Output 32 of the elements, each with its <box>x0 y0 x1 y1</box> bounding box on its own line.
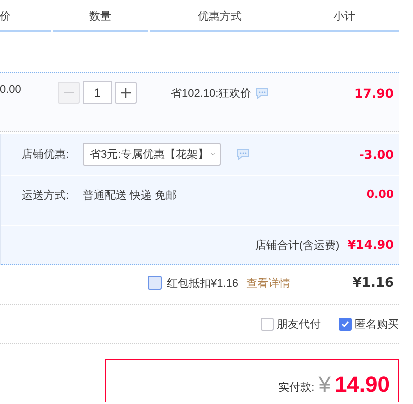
checkbox[interactable] <box>339 318 352 330</box>
unit-price: 0.00 <box>0 83 22 96</box>
checkmark-icon <box>341 320 350 328</box>
checkbox[interactable] <box>261 318 274 330</box>
option-label[interactable]: 匿名购买 <box>355 316 399 332</box>
currency-sign: ¥ <box>318 374 331 396</box>
shop-total-label: 店铺合计(含运费) <box>255 238 340 252</box>
coupon-deduction-label: 红包抵扣¥1.16 <box>167 276 239 290</box>
coupon-deduction-amount: ¥1.16 <box>352 276 394 290</box>
option-label[interactable]: 朋友代付 <box>277 316 321 332</box>
shop-total: ¥14.90 <box>348 238 394 252</box>
column-header: 优惠方式 <box>150 0 290 32</box>
column-header: 小计 <box>290 0 399 32</box>
payment-amount: 14.90 <box>334 374 390 396</box>
checkbox[interactable] <box>148 276 162 290</box>
shipping-method: 普通配送 快递 免邮 <box>83 188 178 203</box>
shipping-fee: 0.00 <box>366 188 394 201</box>
chat-icon[interactable] <box>256 88 269 99</box>
plus-icon <box>120 86 132 98</box>
discount-amount: -3.00 <box>359 148 394 162</box>
chevron-down-icon <box>211 151 216 158</box>
subtotal: 17.90 <box>354 85 395 101</box>
column-header: 价 <box>0 0 51 32</box>
discount-dropdown[interactable]: 省3元:专属优惠【花架】 <box>83 143 221 166</box>
payment-label: 实付款: <box>278 380 315 395</box>
quantity-field[interactable]: 1 <box>83 81 112 104</box>
column-header: 数量 <box>53 0 148 32</box>
discount-label: 店铺优惠: <box>22 148 70 162</box>
chat-icon[interactable] <box>237 149 250 160</box>
plus-button[interactable] <box>115 82 137 104</box>
promotion-text: 省102.10:狂欢价 <box>171 87 252 101</box>
shipping-label: 运送方式: <box>22 188 70 203</box>
